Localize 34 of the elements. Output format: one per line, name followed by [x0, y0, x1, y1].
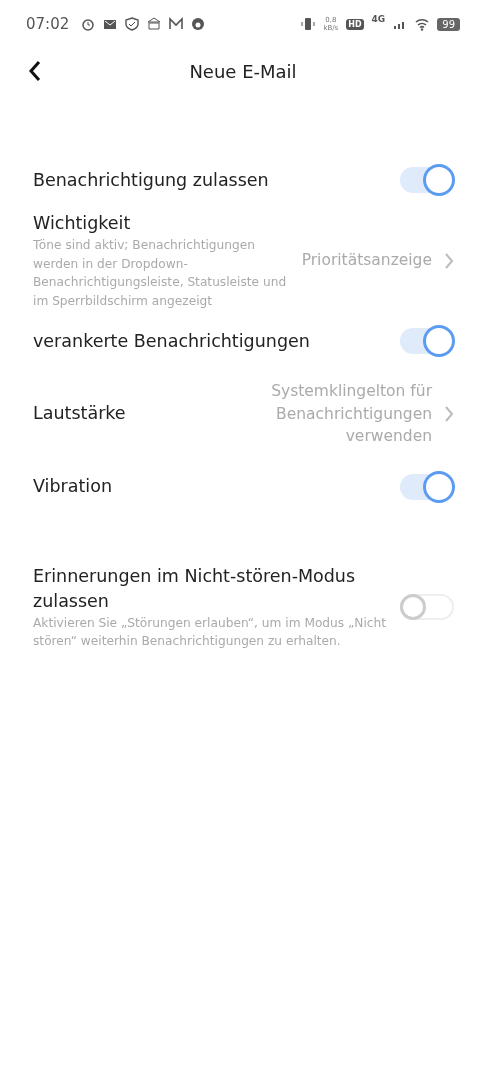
setting-value: Systemklingelton für Benachrichtigungen verwenden — [270, 381, 432, 447]
setting-description: Töne sind aktiv; Benachrichtigungen werden in der Dropdown-Benachrichtigungsleiste, Statusleiste und im Sperrbildschirm angezeigt — [33, 237, 288, 310]
toggle-switch[interactable] — [400, 594, 454, 620]
setting-label: Erinnerungen im Nicht-stören-Modus zulassen — [33, 564, 357, 613]
settings-row[interactable]: Erinnerungen im Nicht-stören-Modus zulassen Aktivieren Sie „Störungen erlauben“, um im Modus „Nicht stören“ weiterhin Benachrichtigungen zu erhalten. — [0, 557, 486, 657]
settings-row[interactable]: Lautstärke Systemklingelton für Benachrichtigungen verwenden — [0, 366, 486, 462]
setting-label: Vibration — [33, 475, 113, 498]
alarm-clock-icon — [81, 17, 96, 31]
setting-label: Wichtigkeit — [33, 212, 132, 235]
network-type: 4G — [371, 14, 386, 24]
settings-row[interactable]: Benachrichtigung zulassen — [0, 155, 486, 205]
status-time: 07:02 — [26, 15, 70, 33]
page-title: Neue E-Mail — [189, 60, 297, 82]
settings-row[interactable]: verankerte Benachrichtigungen — [0, 316, 486, 366]
back-button[interactable] — [28, 60, 42, 82]
toggle-switch[interactable] — [400, 473, 454, 500]
chevron-right-icon — [444, 404, 454, 423]
vibration-icon — [301, 17, 316, 31]
mail-icon — [103, 17, 118, 31]
setting-label: Lautstärke — [33, 402, 127, 426]
toggle-switch[interactable] — [400, 328, 454, 354]
chevron-right-icon — [444, 251, 454, 270]
setting-label: verankerte Benachrichtigungen — [33, 329, 311, 353]
setting-description: Aktivieren Sie „Störungen erlauben“, um im Modus „Nicht stören“ weiterhin Benachrichtigungen zu erhalten. — [33, 614, 388, 650]
toggle-switch[interactable] — [400, 167, 454, 193]
wifi-icon — [415, 17, 430, 31]
battery-level: 99 — [437, 17, 460, 31]
shield-check-icon — [125, 17, 140, 31]
settings-row[interactable]: Wichtigkeit Töne sind aktiv; Benachrichtigungen werden in der Dropdown-Benachrichtigungsleiste, Statusleiste und im Sperrbildschirm angezeigt Prioritätsanzeige — [0, 205, 486, 316]
setting-label: Benachrichtigung zulassen — [33, 168, 270, 192]
hd-badge: HD — [346, 18, 364, 30]
settings-row[interactable]: Vibration — [0, 461, 486, 512]
setting-value: Prioritätsanzeige — [301, 250, 432, 272]
m-logo-icon — [169, 17, 184, 31]
